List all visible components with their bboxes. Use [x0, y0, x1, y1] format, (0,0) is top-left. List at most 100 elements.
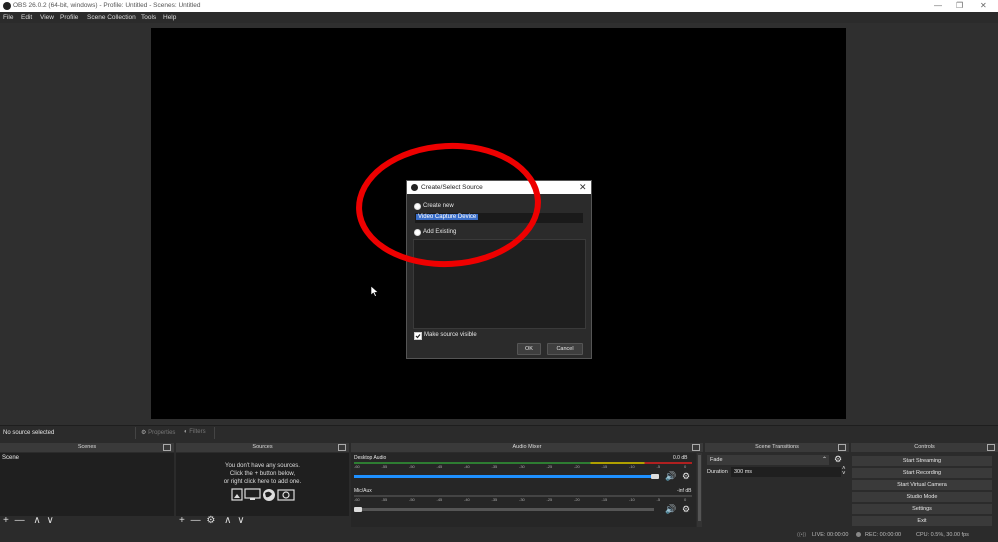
settings-button[interactable]: Settings — [852, 504, 992, 514]
sources-dock-header: Sources — [176, 443, 349, 452]
gear-icon[interactable]: ⚙ — [682, 504, 690, 515]
scenes-dock: Scenes Scene + — ∧ ∨ — [0, 443, 174, 527]
gear-icon[interactable]: ⚙ — [682, 471, 690, 482]
undock-icon[interactable] — [987, 444, 995, 451]
menu-help[interactable]: Help — [163, 14, 176, 21]
gear-icon: ⚙ — [141, 430, 147, 436]
source-type-icons — [231, 487, 296, 504]
meter-tick-label: -60 — [354, 497, 360, 502]
scrollbar-thumb[interactable] — [698, 455, 701, 521]
controls-dock-header: Controls — [851, 443, 998, 452]
sources-empty-line: or right click here to add one. — [223, 479, 302, 485]
chevron-down-icon[interactable]: ˅ — [842, 471, 846, 477]
scene-list-item[interactable]: Scene — [2, 455, 19, 461]
audio-mixer-dock: Audio Mixer Desktop Audio 0.0 dB -60 -55 -… — [351, 443, 703, 527]
move-source-down-button[interactable]: ∨ — [237, 515, 244, 526]
live-icon: ((•)) — [797, 532, 807, 538]
meter-tick-label: -20 — [574, 497, 580, 502]
menu-edit[interactable]: Edit — [21, 14, 32, 21]
source-settings-button[interactable]: ⚙ — [206, 515, 215, 526]
menu-file[interactable]: File — [3, 14, 13, 21]
make-visible-label: Make source visible — [424, 332, 477, 338]
meter-tick-label: -5 — [656, 464, 661, 469]
move-source-up-button[interactable]: ∧ — [224, 515, 231, 526]
meter-tick-label: -35 — [491, 464, 498, 469]
meter-tick-label: -40 — [464, 464, 470, 469]
transition-settings-gear-icon[interactable]: ⚙ — [834, 454, 842, 465]
divider — [214, 427, 215, 439]
properties-label: Properties — [148, 430, 176, 436]
studio-mode-button[interactable]: Studio Mode — [852, 492, 992, 502]
sources-title: Sources — [252, 444, 273, 450]
sources-empty-message: You don't have any sources. Click the + … — [176, 462, 349, 486]
undock-icon[interactable] — [338, 444, 346, 451]
meter-tick-label: -5 — [656, 497, 661, 502]
sources-dock: Sources You don't have any sources. Clic… — [176, 443, 349, 527]
start-virtual-camera-button[interactable]: Start Virtual Camera — [852, 480, 992, 490]
meter-tick-label: -25 — [546, 497, 553, 502]
close-window-button[interactable]: ✕ — [980, 1, 987, 10]
channel-db: 0.0 dB — [673, 455, 688, 461]
dialog-close-button[interactable]: ✕ — [579, 182, 587, 193]
source-status: No source selected — [3, 430, 55, 436]
minimize-button[interactable]: — — [934, 1, 942, 10]
duration-input[interactable]: 300 ms — [731, 467, 841, 477]
move-scene-up-button[interactable]: ∧ — [33, 515, 40, 526]
meter-tick-label: -50 — [409, 497, 415, 502]
scene-transitions-dock: Scene Transitions Fade ⌃ ⚙ Duration 300 … — [705, 443, 849, 527]
channel-name: Desktop Audio — [354, 455, 387, 461]
menu-tools[interactable]: Tools — [141, 14, 156, 21]
cancel-button[interactable]: Cancel — [547, 343, 583, 355]
undock-icon[interactable] — [163, 444, 171, 451]
audio-mixer-body: Desktop Audio 0.0 dB -60 -55 -50 -45 -40 -35-… — [351, 453, 696, 527]
undock-icon[interactable] — [692, 444, 700, 451]
duration-label: Duration — [707, 469, 728, 475]
sources-list[interactable]: You don't have any sources. Click the + … — [176, 453, 349, 516]
remove-source-button[interactable]: — — [191, 515, 201, 526]
cpu-fps: CPU: 0.5%, 30.00 fps — [916, 532, 969, 538]
channel-db: -inf dB — [677, 488, 692, 494]
controls-title: Controls — [914, 444, 935, 450]
status-bar: ((•)) LIVE: 00:00:00 REC: 00:00:00 CPU: … — [0, 528, 998, 542]
remove-scene-button[interactable]: — — [15, 515, 25, 526]
duration-stepper[interactable]: ˄ ˅ — [842, 466, 846, 477]
menu-scene-collection[interactable]: Scene Collection — [87, 14, 136, 21]
source-types-icon — [231, 488, 295, 501]
maximize-button[interactable]: ❐ — [956, 1, 963, 10]
audio-mixer-dock-header: Audio Mixer — [351, 443, 703, 452]
volume-slider[interactable] — [354, 475, 654, 478]
rec-time: REC: 00:00:00 — [865, 532, 902, 538]
meter-tick-label: -20 — [574, 464, 580, 469]
meter-tick-label: 0 — [684, 464, 687, 469]
transition-select[interactable]: Fade ⌃ — [707, 455, 829, 465]
properties-button[interactable]: ⚙ Properties — [141, 429, 175, 436]
filters-button[interactable]: ◐ Filters — [184, 429, 206, 435]
audio-mixer-title: Audio Mixer — [512, 444, 542, 450]
menu-view[interactable]: View — [40, 14, 54, 21]
sources-empty-line: You don't have any sources. — [225, 463, 300, 469]
volume-slider-handle[interactable] — [651, 474, 659, 479]
mouse-cursor-icon — [371, 286, 379, 297]
meter-tick-label: -10 — [629, 464, 635, 469]
meter-ticks: -60 -55 -50 -45 -40 -35 -30 -25 -20 -15 -10 -5 0 — [354, 464, 692, 469]
menu-profile[interactable]: Profile — [60, 14, 78, 21]
exit-button[interactable]: Exit — [852, 516, 992, 526]
undock-icon[interactable] — [838, 444, 846, 451]
volume-slider-handle[interactable] — [354, 507, 362, 512]
speaker-icon[interactable]: 🔊 — [665, 471, 676, 482]
ok-button[interactable]: OK — [517, 343, 541, 355]
start-recording-button[interactable]: Start Recording — [852, 468, 992, 478]
obs-logo-icon — [3, 2, 11, 10]
start-streaming-button[interactable]: Start Streaming — [852, 456, 992, 466]
live-time: LIVE: 00:00:00 — [812, 532, 849, 538]
add-scene-button[interactable]: + — [3, 515, 9, 526]
volume-slider[interactable] — [354, 508, 654, 511]
move-scene-down-button[interactable]: ∨ — [47, 515, 54, 526]
speaker-icon[interactable]: 🔊 — [665, 504, 676, 515]
scenes-list[interactable]: Scene — [0, 453, 174, 516]
audio-mixer-scrollbar[interactable] — [697, 453, 702, 527]
add-source-button[interactable]: + — [179, 515, 185, 526]
sources-empty-line: Click the + button below, — [229, 471, 296, 477]
make-visible-checkbox[interactable] — [414, 332, 422, 340]
meter-tick-label: -10 — [629, 497, 635, 502]
